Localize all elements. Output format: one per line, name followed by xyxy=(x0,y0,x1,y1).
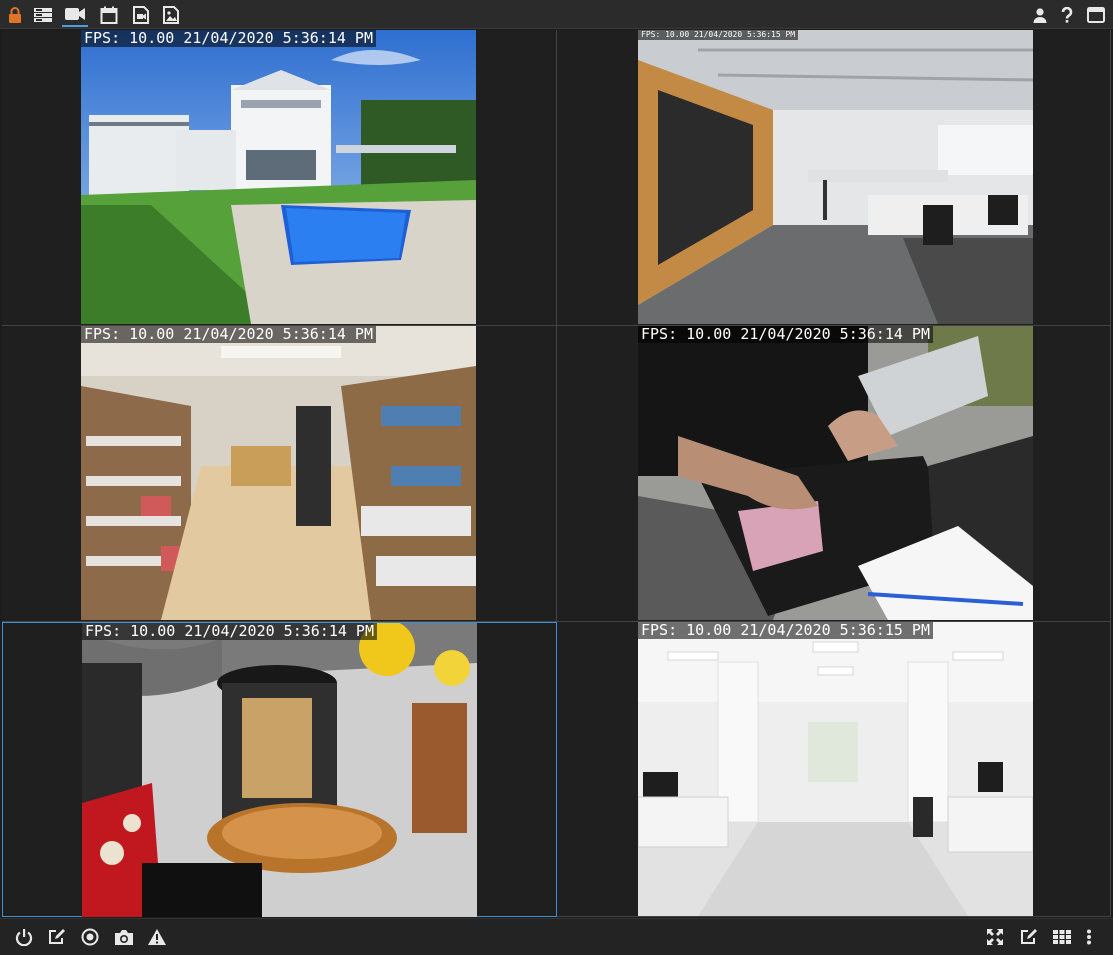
fullscreen-icon[interactable] xyxy=(983,926,1007,948)
camera-feed[interactable]: FPS: 10.00 21/04/2020 5:36:14 PM xyxy=(82,623,477,917)
camera-tile[interactable]: FPS: 10.00 21/04/2020 5:36:15 PM xyxy=(557,30,1111,326)
warning-icon[interactable] xyxy=(145,926,169,948)
grid-layout-icon[interactable] xyxy=(1050,926,1074,948)
camera-image xyxy=(638,622,1033,916)
camera-overlay: FPS: 10.00 21/04/2020 5:36:14 PM xyxy=(81,326,376,343)
calendar-icon[interactable] xyxy=(96,3,122,27)
camera-overlay: FPS: 10.00 21/04/2020 5:36:15 PM xyxy=(638,622,933,639)
camera-tile[interactable]: FPS: 10.00 21/04/2020 5:36:14 PM xyxy=(2,30,557,326)
lock-icon[interactable] xyxy=(2,3,28,27)
camera-tile[interactable]: FPS: 10.00 21/04/2020 5:36:14 PM xyxy=(557,326,1111,622)
recordings-icon[interactable] xyxy=(128,3,154,27)
camera-tile[interactable]: FPS: 10.00 21/04/2020 5:36:14 PM xyxy=(2,326,557,622)
camera-image xyxy=(81,326,476,620)
camera-feed[interactable]: FPS: 10.00 21/04/2020 5:36:14 PM xyxy=(638,326,1033,620)
server-list-icon[interactable] xyxy=(30,3,56,27)
image-icon[interactable] xyxy=(158,3,184,27)
camera-overlay: FPS: 10.00 21/04/2020 5:36:14 PM xyxy=(638,326,933,343)
camera-image xyxy=(638,326,1033,620)
camera-feed[interactable]: FPS: 10.00 21/04/2020 5:36:15 PM xyxy=(638,622,1033,916)
window-icon[interactable] xyxy=(1083,3,1109,27)
top-toolbar xyxy=(0,0,1113,29)
camera-image xyxy=(638,30,1033,324)
user-icon[interactable] xyxy=(1027,3,1053,27)
camera-image xyxy=(81,30,476,324)
camera-overlay: FPS: 10.00 21/04/2020 5:36:14 PM xyxy=(82,623,377,640)
record-icon[interactable] xyxy=(78,926,102,948)
power-icon[interactable] xyxy=(12,926,36,948)
edit-icon[interactable] xyxy=(45,926,69,948)
bottom-toolbar xyxy=(0,918,1113,955)
camera-snapshot-icon[interactable] xyxy=(112,926,136,948)
camera-image xyxy=(82,623,477,917)
more-vertical-icon[interactable] xyxy=(1077,926,1101,948)
camera-feed[interactable]: FPS: 10.00 21/04/2020 5:36:14 PM xyxy=(81,30,476,324)
camera-feed[interactable]: FPS: 10.00 21/04/2020 5:36:14 PM xyxy=(81,326,476,620)
camera-tile-selected[interactable]: FPS: 10.00 21/04/2020 5:36:14 PM xyxy=(2,622,557,917)
camera-overlay: FPS: 10.00 21/04/2020 5:36:15 PM xyxy=(638,30,799,40)
camera-feed[interactable]: FPS: 10.00 21/04/2020 5:36:15 PM xyxy=(638,30,1033,324)
video-camera-icon[interactable] xyxy=(62,3,88,27)
camera-overlay: FPS: 10.00 21/04/2020 5:36:14 PM xyxy=(81,30,376,47)
camera-tile[interactable]: FPS: 10.00 21/04/2020 5:36:15 PM xyxy=(557,622,1111,917)
camera-grid: FPS: 10.00 21/04/2020 5:36:14 PM FPS: 10… xyxy=(2,30,1111,917)
help-icon[interactable] xyxy=(1054,3,1080,27)
edit-layout-icon[interactable] xyxy=(1017,926,1041,948)
